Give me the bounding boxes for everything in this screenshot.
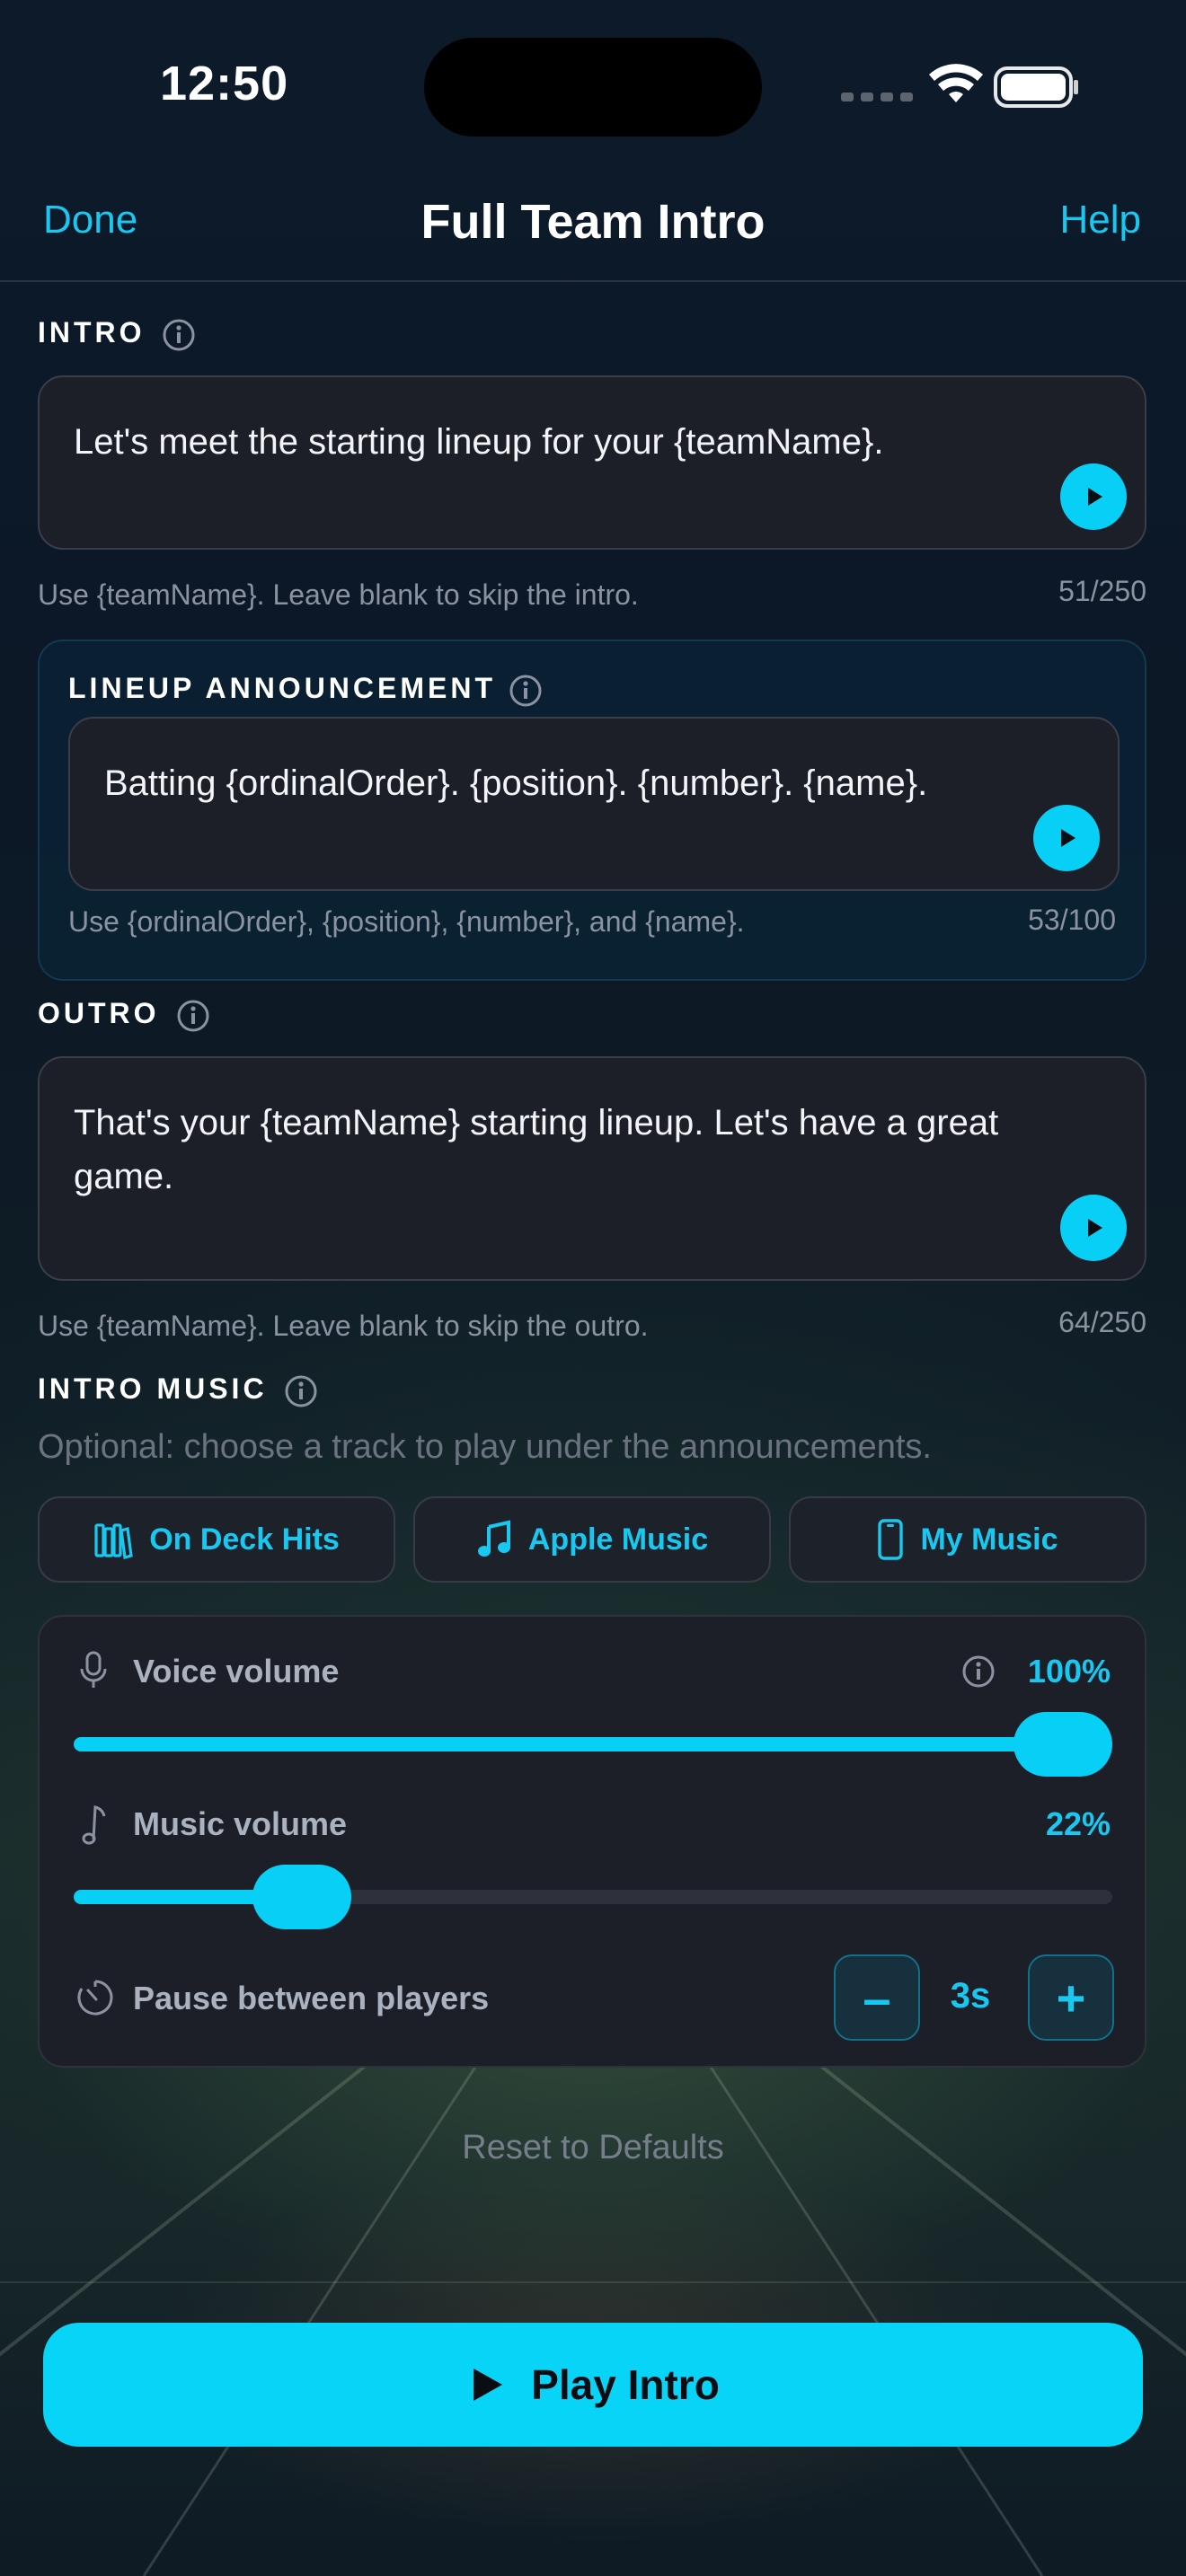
intro-info-icon[interactable] (162, 318, 196, 352)
outro-info-icon[interactable] (176, 999, 210, 1033)
intro-text-field[interactable]: Let's meet the starting lineup for your … (38, 375, 1146, 550)
page-title: Full Team Intro (420, 195, 766, 249)
lineup-text: Batting {ordinalOrder}. {position}. {num… (104, 763, 928, 803)
outro-text-field[interactable]: That's your {teamName} starting lineup. … (38, 1056, 1146, 1281)
reset-defaults-button[interactable]: Reset to Defaults (0, 2129, 1186, 2167)
intro-hint: Use {teamName}. Leave blank to skip the … (38, 578, 639, 611)
lineup-text-field[interactable]: Batting {ordinalOrder}. {position}. {num… (68, 717, 1120, 891)
voice-info-icon[interactable] (961, 1654, 996, 1689)
lineup-hint: Use {ordinalOrder}, {position}, {number}… (68, 905, 745, 938)
outro-preview-button[interactable] (1060, 1195, 1127, 1261)
on-deck-hits-button[interactable]: On Deck Hits (38, 1496, 395, 1583)
intro-char-count: 51/250 (1058, 575, 1146, 607)
outro-text: That's your {teamName} starting lineup. … (74, 1103, 999, 1196)
phone-icon (878, 1519, 904, 1560)
my-music-button[interactable]: My Music (789, 1496, 1146, 1583)
pause-value: 3s (950, 1976, 991, 2016)
cellular-signal-icon (841, 93, 913, 101)
bottom-divider (0, 2281, 1186, 2283)
music-note-icon (477, 1520, 510, 1557)
music-volume-value: 22% (1045, 1805, 1111, 1842)
voice-volume-label: Voice volume (133, 1653, 340, 1689)
wifi-icon (929, 64, 983, 102)
intro-music-description: Optional: choose a track to play under t… (38, 1428, 932, 1466)
pause-decrement-button[interactable]: – (834, 1954, 920, 2041)
lineup-preview-button[interactable] (1033, 805, 1100, 871)
lineup-info-icon[interactable] (509, 674, 543, 708)
play-icon (1088, 488, 1102, 506)
play-icon (474, 2369, 503, 2401)
pause-increment-button[interactable]: + (1028, 1954, 1114, 2041)
play-intro-button[interactable]: Play Intro (43, 2323, 1143, 2447)
microphone-icon (80, 1651, 107, 1688)
outro-char-count: 64/250 (1058, 1306, 1146, 1338)
outro-label: OUTRO (38, 997, 160, 1029)
voice-volume-thumb[interactable] (1013, 1712, 1112, 1777)
intro-music-label: INTRO MUSIC (38, 1372, 268, 1405)
apple-music-button[interactable]: Apple Music (413, 1496, 771, 1583)
status-icons (841, 64, 1078, 108)
voice-volume-slider[interactable] (74, 1712, 1112, 1777)
play-icon (1088, 1219, 1102, 1237)
play-icon (1061, 829, 1075, 847)
outro-hint: Use {teamName}. Leave blank to skip the … (38, 1310, 649, 1342)
pause-label: Pause between players (133, 1980, 490, 2016)
intro-preview-button[interactable] (1060, 463, 1127, 530)
timer-icon (77, 1980, 113, 2016)
music-note-small-icon (82, 1805, 106, 1845)
play-intro-label: Play Intro (531, 2361, 720, 2408)
nav-divider (0, 280, 1186, 282)
lineup-card: LINEUP ANNOUNCEMENT Batting {ordinalOrde… (38, 640, 1146, 981)
voice-volume-value: 100% (1027, 1653, 1111, 1689)
intro-text: Let's meet the starting lineup for your … (74, 422, 884, 462)
intro-label: INTRO (38, 316, 146, 348)
apple-music-label: Apple Music (527, 1522, 709, 1557)
music-volume-thumb[interactable] (252, 1865, 352, 1929)
music-volume-slider[interactable] (74, 1865, 1112, 1929)
status-time: 12:50 (160, 57, 289, 110)
lineup-label: LINEUP ANNOUNCEMENT (68, 672, 497, 704)
music-volume-label: Music volume (133, 1805, 348, 1842)
my-music-label: My Music (920, 1522, 1058, 1557)
dynamic-island (424, 38, 762, 137)
battery-icon (994, 66, 1078, 108)
music-info-icon[interactable] (284, 1374, 318, 1408)
lineup-char-count: 53/100 (1028, 904, 1116, 936)
library-icon (94, 1523, 133, 1559)
on-deck-hits-label: On Deck Hits (149, 1522, 340, 1557)
help-button[interactable]: Help (1060, 198, 1142, 243)
voice-volume-fill (74, 1737, 1063, 1751)
